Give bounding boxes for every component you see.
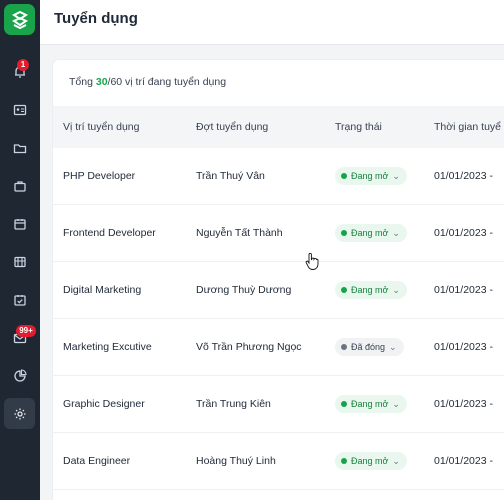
status-dot [341, 344, 347, 350]
cell-position: Graphic Designer [63, 398, 145, 410]
chevron-down-icon: ⌄ [392, 171, 400, 181]
nav-profile[interactable] [4, 94, 35, 125]
table-row[interactable]: Data Engineer Hoàng Thuý Linh Đang mở ⌄ 01/0… [53, 433, 504, 490]
summary-rest: /60 vị trí đang tuyển dụng [107, 76, 227, 88]
id-card-icon [13, 104, 26, 115]
cell-time: 01/01/2023 - [434, 398, 493, 410]
cell-owner: Hoàng Thuý Linh [196, 455, 276, 467]
cell-time: 01/01/2023 - [434, 170, 493, 182]
table-row[interactable]: Graphic Designer Trần Trung Kiên Đang mở ⌄ 0… [53, 376, 504, 433]
pie-chart-icon [13, 368, 27, 382]
column-owner[interactable]: Đợt tuyển dụng [196, 121, 268, 133]
status-label: Đã đóng [351, 342, 386, 352]
cell-owner: Trần Thuý Vân [196, 170, 265, 182]
mail-badge: 99+ [16, 325, 36, 337]
status-dot [341, 458, 347, 464]
status-dot [341, 230, 347, 236]
cell-time: 01/01/2023 - [434, 284, 493, 296]
gear-icon [14, 408, 25, 419]
cell-time: 01/01/2023 - [434, 227, 493, 239]
cell-position: Data Engineer [63, 455, 131, 467]
status-dot [341, 287, 347, 293]
cell-position: Marketing Excutive [63, 341, 152, 353]
nav-folder[interactable] [4, 132, 35, 163]
sidebar: 1 99+ [0, 0, 40, 500]
cell-owner: Nguyễn Tất Thành [196, 227, 283, 239]
status-dot [341, 173, 347, 179]
chevron-down-icon: ⌄ [392, 285, 400, 295]
table-row[interactable]: Digital Marketing Dương Thuỳ Dương Đang mở… [53, 262, 504, 319]
table-row[interactable]: Frontend Developer Nguyễn Tất Thành Đang m… [53, 205, 504, 262]
nav-reports[interactable] [4, 360, 35, 391]
recruitment-card: Tổng 30/60 vị trí đang tuyển dụng Vị trí… [53, 60, 504, 500]
nav-recruitment[interactable] [4, 170, 35, 201]
cell-owner: Trần Trung Kiên [196, 398, 271, 410]
app-logo[interactable] [4, 4, 35, 35]
nav-table[interactable] [4, 246, 35, 277]
status-label: Đang mở [351, 456, 389, 466]
table-icon [13, 256, 26, 267]
briefcase-icon [13, 180, 26, 192]
chevron-down-icon: ⌄ [392, 456, 400, 466]
summary-prefix: Tổng [69, 76, 96, 88]
status-badge[interactable]: Đang mở ⌄ [335, 452, 407, 470]
notification-badge: 1 [17, 59, 29, 71]
status-badge[interactable]: Đang mở ⌄ [335, 224, 407, 242]
column-position[interactable]: Vị trí tuyển dụng [63, 121, 139, 133]
status-label: Đang mở [351, 171, 389, 181]
status-badge[interactable]: Đang mở ⌄ [335, 281, 407, 299]
table-row[interactable]: PHP Developer Trần Thuý Vân Đang mở ⌄ 01/01/… [53, 148, 504, 205]
nav-settings[interactable] [4, 398, 35, 429]
cell-position: PHP Developer [63, 170, 136, 182]
calendar-icon [13, 218, 26, 230]
folder-icon [13, 143, 26, 153]
chevron-down-icon: ⌄ [392, 399, 400, 409]
table-header: Vị trí tuyển dụng Đợt tuyển dụng Trạng t… [53, 106, 504, 148]
status-dot [341, 401, 347, 407]
cell-time: 01/01/2023 - [434, 455, 493, 467]
status-label: Đang mở [351, 285, 389, 295]
table-row[interactable]: Marketing Excutive Võ Trần Phương Ngọc Đã … [53, 319, 504, 376]
column-time[interactable]: Thời gian tuyể [434, 121, 501, 133]
cell-position: Digital Marketing [63, 284, 142, 296]
column-status[interactable]: Trạng thái [335, 121, 382, 133]
calendar-check-icon [13, 294, 26, 306]
status-label: Đang mở [351, 399, 389, 409]
nav-calendar[interactable] [4, 208, 35, 239]
cell-position: Frontend Developer [63, 227, 156, 239]
chevron-down-icon: ⌄ [389, 342, 397, 352]
top-bar: Tuyển dụng [40, 0, 504, 45]
status-label: Đang mở [351, 228, 389, 238]
nav-schedule[interactable] [4, 284, 35, 315]
status-badge[interactable]: Đang mở ⌄ [335, 167, 407, 185]
page-title: Tuyển dụng [54, 10, 138, 27]
cell-owner: Võ Trần Phương Ngọc [196, 341, 302, 353]
logo-icon [11, 10, 28, 29]
hand-cursor-icon [305, 253, 319, 270]
open-count: 30 [95, 76, 108, 88]
cell-owner: Dương Thuỳ Dương [196, 284, 292, 296]
positions-summary: Tổng 30/60 vị trí đang tuyển dụng [69, 76, 226, 88]
status-badge[interactable]: Đang mở ⌄ [335, 395, 407, 413]
status-badge[interactable]: Đã đóng ⌄ [335, 338, 404, 356]
chevron-down-icon: ⌄ [392, 228, 400, 238]
cell-time: 01/01/2023 - [434, 341, 493, 353]
